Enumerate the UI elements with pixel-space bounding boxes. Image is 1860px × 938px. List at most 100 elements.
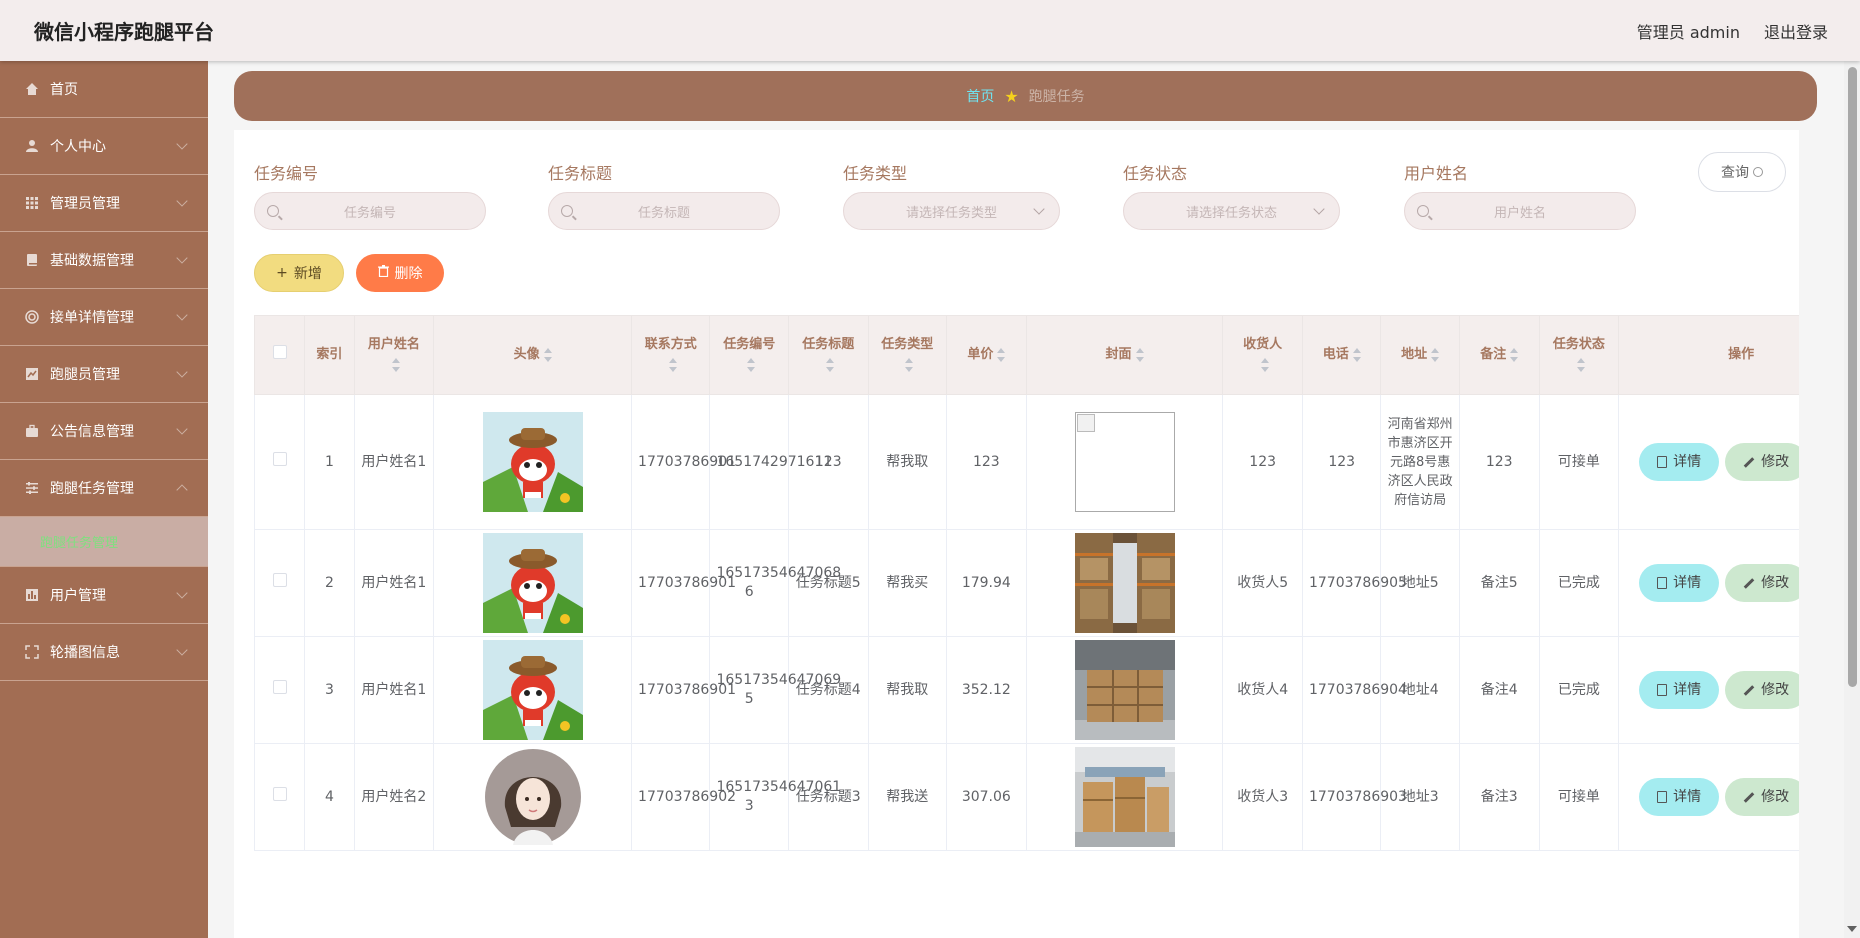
detail-label: 详情 — [1673, 453, 1702, 470]
sort-icon[interactable] — [1431, 347, 1440, 362]
sidebar-item-order-details[interactable]: 接单详情管理 — [0, 289, 208, 346]
cell-tel: 17703786905 — [1301, 529, 1407, 637]
col-title[interactable]: 任务标题 — [787, 315, 869, 395]
breadcrumb-home[interactable]: 首页 — [966, 86, 994, 106]
warehouse-stack-image — [1074, 747, 1175, 847]
col-avatar-label: 头像 — [513, 347, 540, 362]
sidebar-subitem-task-management[interactable]: 跑腿任务管理 — [0, 517, 208, 567]
table-row: 3 用户姓名1 17703786901 16517354647069 5 任务标… — [254, 636, 1799, 744]
detail-button[interactable]: 详情 — [1639, 564, 1720, 602]
sort-icon[interactable] — [668, 357, 677, 372]
sort-icon[interactable] — [391, 357, 400, 372]
row-select-cell[interactable] — [254, 636, 306, 744]
select-all-cell[interactable] — [254, 315, 306, 395]
cell-tel: 123 — [1301, 394, 1382, 530]
document-icon — [1657, 456, 1668, 468]
scroll-down-arrow[interactable] — [1847, 926, 1857, 932]
edit-label: 修改 — [1761, 788, 1790, 805]
sort-icon[interactable] — [1510, 347, 1519, 362]
cell-user: 用户姓名2 — [353, 743, 435, 851]
col-status-label: 任务状态 — [1552, 337, 1605, 352]
task-type-select[interactable]: 请选择任务类型 — [843, 192, 1060, 230]
row-checkbox[interactable] — [272, 787, 287, 801]
sort-icon[interactable] — [1352, 347, 1361, 362]
row-select-cell[interactable] — [254, 529, 306, 637]
task-status-select[interactable]: 请选择任务状态 — [1123, 192, 1340, 230]
user-name-label: 用户姓名 — [1404, 164, 1469, 183]
sort-icon[interactable] — [997, 347, 1006, 362]
query-button[interactable]: 查询 — [1698, 152, 1786, 192]
sidebar-item-runner-management[interactable]: 跑腿员管理 — [0, 346, 208, 403]
col-price[interactable]: 单价 — [946, 315, 1027, 395]
chevron-down-icon — [176, 366, 188, 378]
row-select-cell[interactable] — [254, 394, 306, 530]
sort-icon[interactable] — [826, 357, 835, 372]
edit-button[interactable]: 修改 — [1725, 564, 1799, 602]
row-checkbox[interactable] — [272, 573, 287, 587]
home-icon — [24, 81, 40, 97]
task-no-input[interactable]: 任务编号 — [254, 192, 486, 230]
task-title-placeholder: 任务标题 — [637, 205, 690, 221]
col-receiver[interactable]: 收货人 — [1222, 315, 1303, 395]
cell-index: 4 — [304, 743, 355, 851]
edit-icon — [1743, 456, 1755, 468]
add-button[interactable]: + 新增 — [254, 254, 344, 292]
document-icon — [1657, 577, 1668, 589]
detail-button[interactable]: 详情 — [1639, 778, 1720, 816]
page-scrollbar[interactable] — [1844, 61, 1860, 938]
edit-button[interactable]: 修改 — [1725, 443, 1799, 481]
sidebar-item-task-management[interactable]: 跑腿任务管理 — [0, 460, 208, 517]
sidebar-item-home[interactable]: 首页 — [0, 61, 208, 118]
sidebar-item-personal-center[interactable]: 个人中心 — [0, 118, 208, 175]
sort-icon[interactable] — [905, 357, 914, 372]
select-all-checkbox[interactable] — [272, 344, 287, 359]
user-name-input[interactable]: 用户姓名 — [1404, 192, 1636, 230]
col-avatar[interactable]: 头像 — [433, 315, 633, 395]
cell-phone: 17703786902 — [631, 743, 736, 851]
row-checkbox[interactable] — [272, 452, 287, 466]
cell-remark: 备注4 — [1458, 636, 1540, 744]
scrollbar-thumb[interactable] — [1848, 67, 1857, 687]
fullscreen-icon — [24, 644, 40, 660]
sidebar-item-user-management[interactable]: 用户管理 — [0, 567, 208, 624]
delete-button[interactable]: 删除 — [356, 254, 444, 292]
col-phone[interactable]: 联系方式 — [631, 315, 711, 395]
sort-icon[interactable] — [1260, 357, 1269, 372]
sort-icon[interactable] — [1135, 347, 1144, 362]
sort-icon[interactable] — [543, 347, 552, 362]
sidebar-item-base-data[interactable]: 基础数据管理 — [0, 232, 208, 289]
col-tel[interactable]: 电话 — [1301, 315, 1382, 395]
col-status[interactable]: 任务状态 — [1538, 315, 1620, 395]
col-user[interactable]: 用户姓名 — [353, 315, 435, 395]
task-title-input[interactable]: 任务标题 — [548, 192, 780, 230]
detail-button[interactable]: 详情 — [1639, 671, 1720, 709]
sidebar-item-admin-management[interactable]: 管理员管理 — [0, 175, 208, 232]
edit-button[interactable]: 修改 — [1725, 671, 1799, 709]
chevron-down-icon — [176, 644, 188, 656]
detail-button[interactable]: 详情 — [1639, 443, 1720, 481]
col-type[interactable]: 任务类型 — [867, 315, 948, 395]
col-address[interactable]: 地址 — [1380, 315, 1460, 395]
sidebar-item-notice-management[interactable]: 公告信息管理 — [0, 403, 208, 460]
col-cover[interactable]: 封面 — [1025, 315, 1224, 395]
search-icon — [561, 205, 573, 217]
cell-index: 3 — [304, 636, 355, 744]
cell-remark: 备注5 — [1458, 529, 1540, 637]
woman-avatar-image — [484, 749, 581, 845]
col-task-no[interactable]: 任务编号 — [709, 315, 789, 395]
sort-icon[interactable] — [747, 357, 756, 372]
col-index: 索引 — [304, 315, 355, 395]
top-header: 微信小程序跑腿平台 管理员 admin 退出登录 — [0, 0, 1860, 61]
sort-icon[interactable] — [1576, 357, 1585, 372]
sidebar-item-carousel[interactable]: 轮播图信息 — [0, 624, 208, 681]
col-title-label: 任务标题 — [802, 337, 855, 352]
col-cover-label: 封面 — [1105, 347, 1132, 362]
row-checkbox[interactable] — [272, 680, 287, 694]
admin-label: 管理员 admin — [1636, 22, 1740, 42]
logout-link[interactable]: 退出登录 — [1764, 19, 1828, 43]
edit-button[interactable]: 修改 — [1725, 778, 1799, 816]
col-remark[interactable]: 备注 — [1458, 315, 1540, 395]
query-button-label: 查询 — [1721, 165, 1749, 181]
cell-avatar — [433, 394, 633, 530]
row-select-cell[interactable] — [254, 743, 306, 851]
